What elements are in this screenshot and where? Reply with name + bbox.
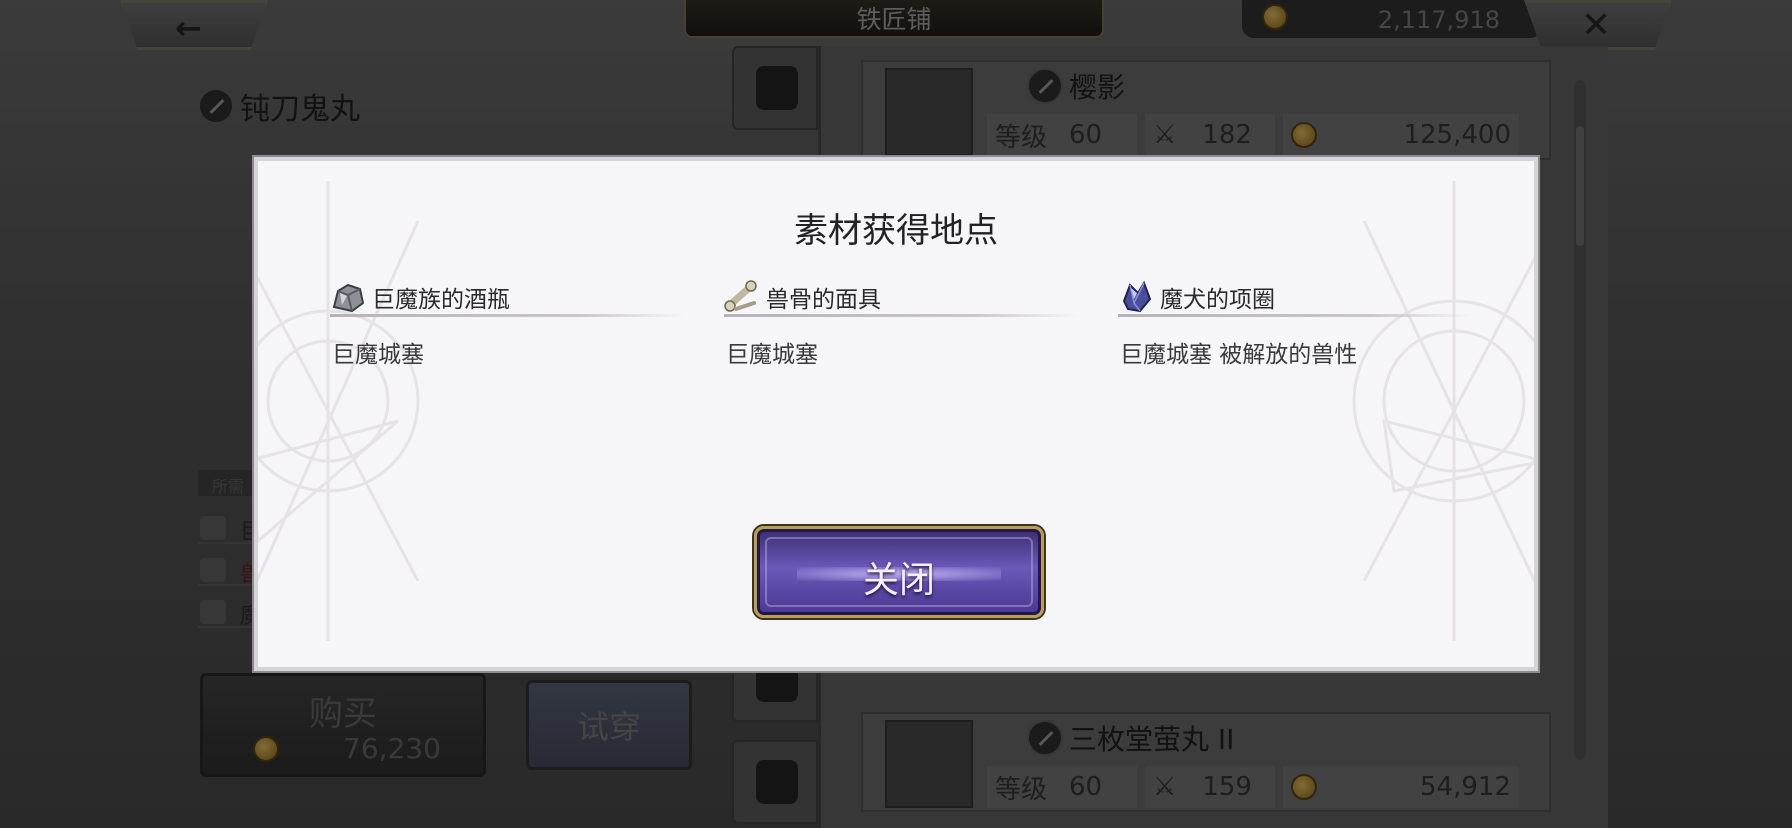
dialog-title: 素材获得地点 bbox=[794, 211, 998, 251]
material-source-entry: 魔犬的项圈 巨魔城塞 被解放的兽性 bbox=[1118, 279, 1472, 369]
material-source-entry: 巨魔族的酒瓶 巨魔城塞 bbox=[330, 279, 684, 369]
material-location[interactable]: 巨魔城塞 被解放的兽性 bbox=[1118, 335, 1472, 369]
ore-icon bbox=[332, 283, 365, 312]
material-name: 兽骨的面具 bbox=[766, 286, 881, 313]
material-name: 巨魔族的酒瓶 bbox=[372, 286, 510, 313]
close-button[interactable]: 关闭 bbox=[754, 526, 1044, 618]
crystal-icon bbox=[1122, 280, 1152, 312]
close-label: 关闭 bbox=[862, 560, 935, 601]
material-source-dialog: 素材获得地点 巨魔族的酒瓶 巨魔城塞 兽骨的面具 巨魔城塞 魔犬的项圈 巨魔城塞… bbox=[254, 157, 1538, 671]
material-source-entry: 兽骨的面具 巨魔城塞 bbox=[724, 279, 1078, 369]
material-name: 魔犬的项圈 bbox=[1160, 286, 1275, 313]
material-location[interactable]: 巨魔城塞 bbox=[330, 335, 684, 369]
bone-icon bbox=[724, 279, 757, 312]
material-location[interactable]: 巨魔城塞 bbox=[724, 335, 1078, 369]
